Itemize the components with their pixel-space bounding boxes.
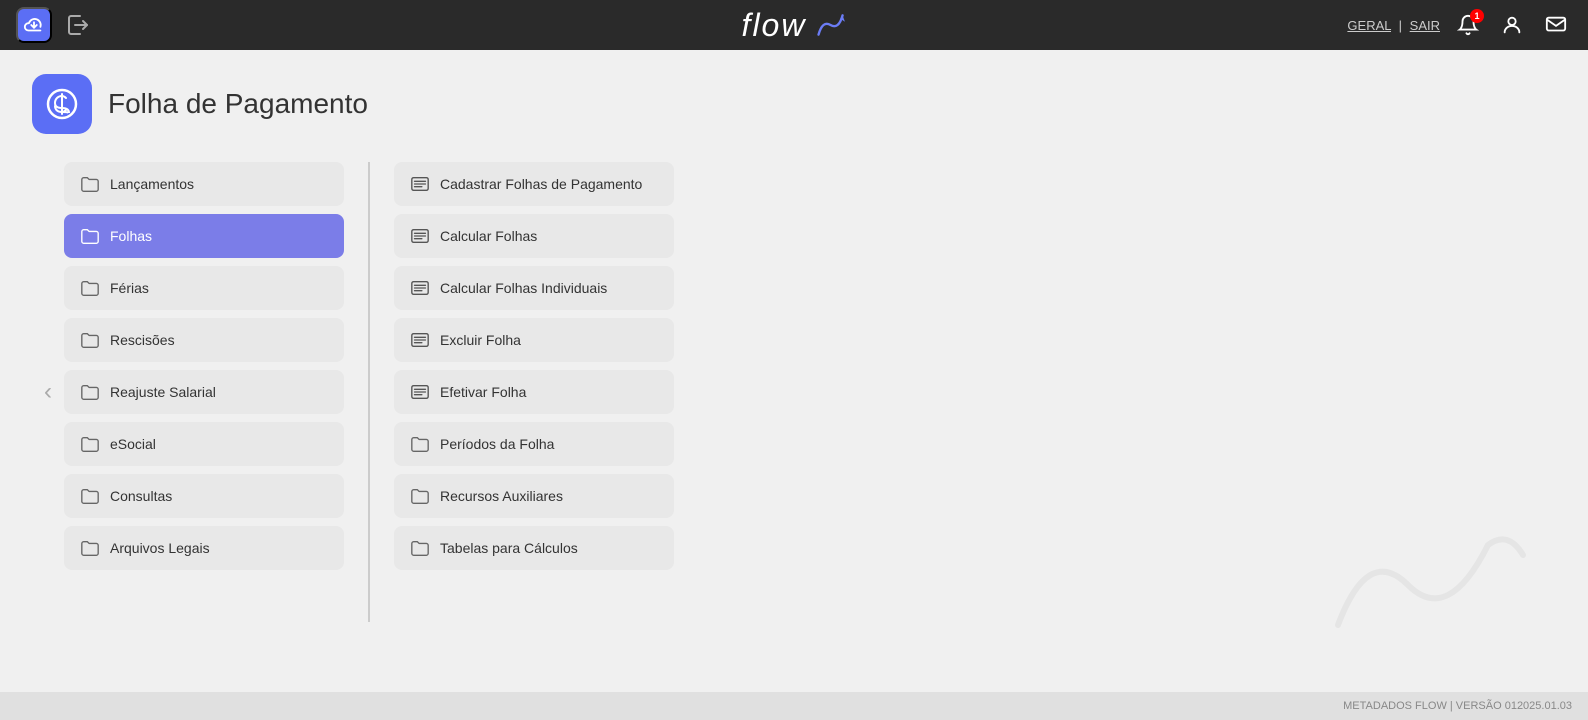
column-divider	[368, 162, 370, 622]
link-separator: |	[1399, 18, 1402, 33]
geral-link[interactable]: GERAL	[1347, 18, 1391, 33]
topnav-left	[16, 7, 96, 43]
page-header: Folha de Pagamento	[32, 74, 1556, 134]
sidebar-item-label: Reajuste Salarial	[110, 384, 216, 400]
folder-icon	[410, 538, 430, 558]
submenu-item-label: Efetivar Folha	[440, 384, 526, 400]
app-title: flow	[742, 7, 807, 44]
notification-button[interactable]: 1	[1452, 9, 1484, 41]
folder-icon	[80, 174, 100, 194]
folder-icon	[80, 538, 100, 558]
user-icon	[1501, 14, 1523, 36]
sidebar-item-label: Lançamentos	[110, 176, 194, 192]
main-layout: ‹ Lançamentos Folhas Férias Rescisões Re…	[32, 162, 1556, 622]
footer-text: METADADOS FLOW | VERSÃO 012025.01.03	[1343, 700, 1572, 712]
cloud-icon	[23, 14, 45, 36]
folder-icon	[80, 382, 100, 402]
list-icon	[410, 382, 430, 402]
page-title: Folha de Pagamento	[108, 88, 368, 120]
submenu-item-excluir-folha[interactable]: Excluir Folha	[394, 318, 674, 362]
sair-link[interactable]: SAIR	[1410, 18, 1440, 33]
sidebar-item-label: Rescisões	[110, 332, 175, 348]
sidebar-item-reajuste-salarial[interactable]: Reajuste Salarial	[64, 370, 344, 414]
folder-icon	[80, 486, 100, 506]
submenu-item-periodos-folha[interactable]: Períodos da Folha	[394, 422, 674, 466]
sidebar-item-arquivos-legais[interactable]: Arquivos Legais	[64, 526, 344, 570]
notification-badge: 1	[1470, 9, 1484, 23]
submenu-item-calcular-folhas-ind[interactable]: Calcular Folhas Individuais	[394, 266, 674, 310]
sidebar-item-label: Arquivos Legais	[110, 540, 210, 556]
flow-logo-icon	[814, 12, 846, 38]
sidebar-item-label: Férias	[110, 280, 149, 296]
folder-icon	[80, 226, 100, 246]
topnav: flow GERAL | SAIR 1	[0, 0, 1588, 50]
sidebar-item-label: Folhas	[110, 228, 152, 244]
submenu-item-cadastrar-folhas[interactable]: Cadastrar Folhas de Pagamento	[394, 162, 674, 206]
list-icon	[410, 226, 430, 246]
sidebar-item-rescisoes[interactable]: Rescisões	[64, 318, 344, 362]
topnav-links: GERAL | SAIR	[1347, 18, 1440, 33]
footer: METADADOS FLOW | VERSÃO 012025.01.03	[0, 692, 1588, 720]
page-content: Folha de Pagamento ‹ Lançamentos Folhas …	[0, 50, 1588, 710]
payroll-icon	[44, 86, 80, 122]
folder-icon	[80, 434, 100, 454]
submenu-item-calcular-folhas[interactable]: Calcular Folhas	[394, 214, 674, 258]
topnav-right: GERAL | SAIR 1	[1347, 9, 1572, 41]
chat-button[interactable]	[1540, 9, 1572, 41]
folder-icon	[80, 330, 100, 350]
list-icon	[410, 330, 430, 350]
submenu-item-label: Períodos da Folha	[440, 436, 554, 452]
sidebar-item-lancamentos[interactable]: Lançamentos	[64, 162, 344, 206]
chat-icon	[1545, 14, 1567, 36]
submenu-item-efetivar-folha[interactable]: Efetivar Folha	[394, 370, 674, 414]
list-icon	[410, 174, 430, 194]
col2: Cadastrar Folhas de Pagamento Calcular F…	[394, 162, 674, 570]
door-exit-icon	[66, 13, 90, 37]
left-arrow-button[interactable]: ‹	[32, 162, 64, 622]
submenu-item-tabelas-calculos[interactable]: Tabelas para Cálculos	[394, 526, 674, 570]
submenu-item-label: Calcular Folhas	[440, 228, 537, 244]
folder-icon	[410, 434, 430, 454]
user-button[interactable]	[1496, 9, 1528, 41]
sidebar-item-ferias[interactable]: Férias	[64, 266, 344, 310]
sidebar-item-consultas[interactable]: Consultas	[64, 474, 344, 518]
logo-button[interactable]	[16, 7, 52, 43]
submenu-item-label: Calcular Folhas Individuais	[440, 280, 607, 296]
topnav-center: flow	[742, 7, 847, 44]
submenu-item-label: Cadastrar Folhas de Pagamento	[440, 176, 642, 192]
page-header-icon	[32, 74, 92, 134]
sidebar-item-label: Consultas	[110, 488, 172, 504]
sidebar-item-folhas[interactable]: Folhas	[64, 214, 344, 258]
sidebar-item-esocial[interactable]: eSocial	[64, 422, 344, 466]
sidebar-item-label: eSocial	[110, 436, 156, 452]
submenu-item-label: Tabelas para Cálculos	[440, 540, 578, 556]
list-icon	[410, 278, 430, 298]
submenu-item-label: Recursos Auxiliares	[440, 488, 563, 504]
submenu-item-label: Excluir Folha	[440, 332, 521, 348]
folder-icon	[80, 278, 100, 298]
folder-icon	[410, 486, 430, 506]
submenu-item-recursos-auxiliares[interactable]: Recursos Auxiliares	[394, 474, 674, 518]
exit-button[interactable]	[60, 7, 96, 43]
col1: Lançamentos Folhas Férias Rescisões Reaj…	[64, 162, 344, 570]
